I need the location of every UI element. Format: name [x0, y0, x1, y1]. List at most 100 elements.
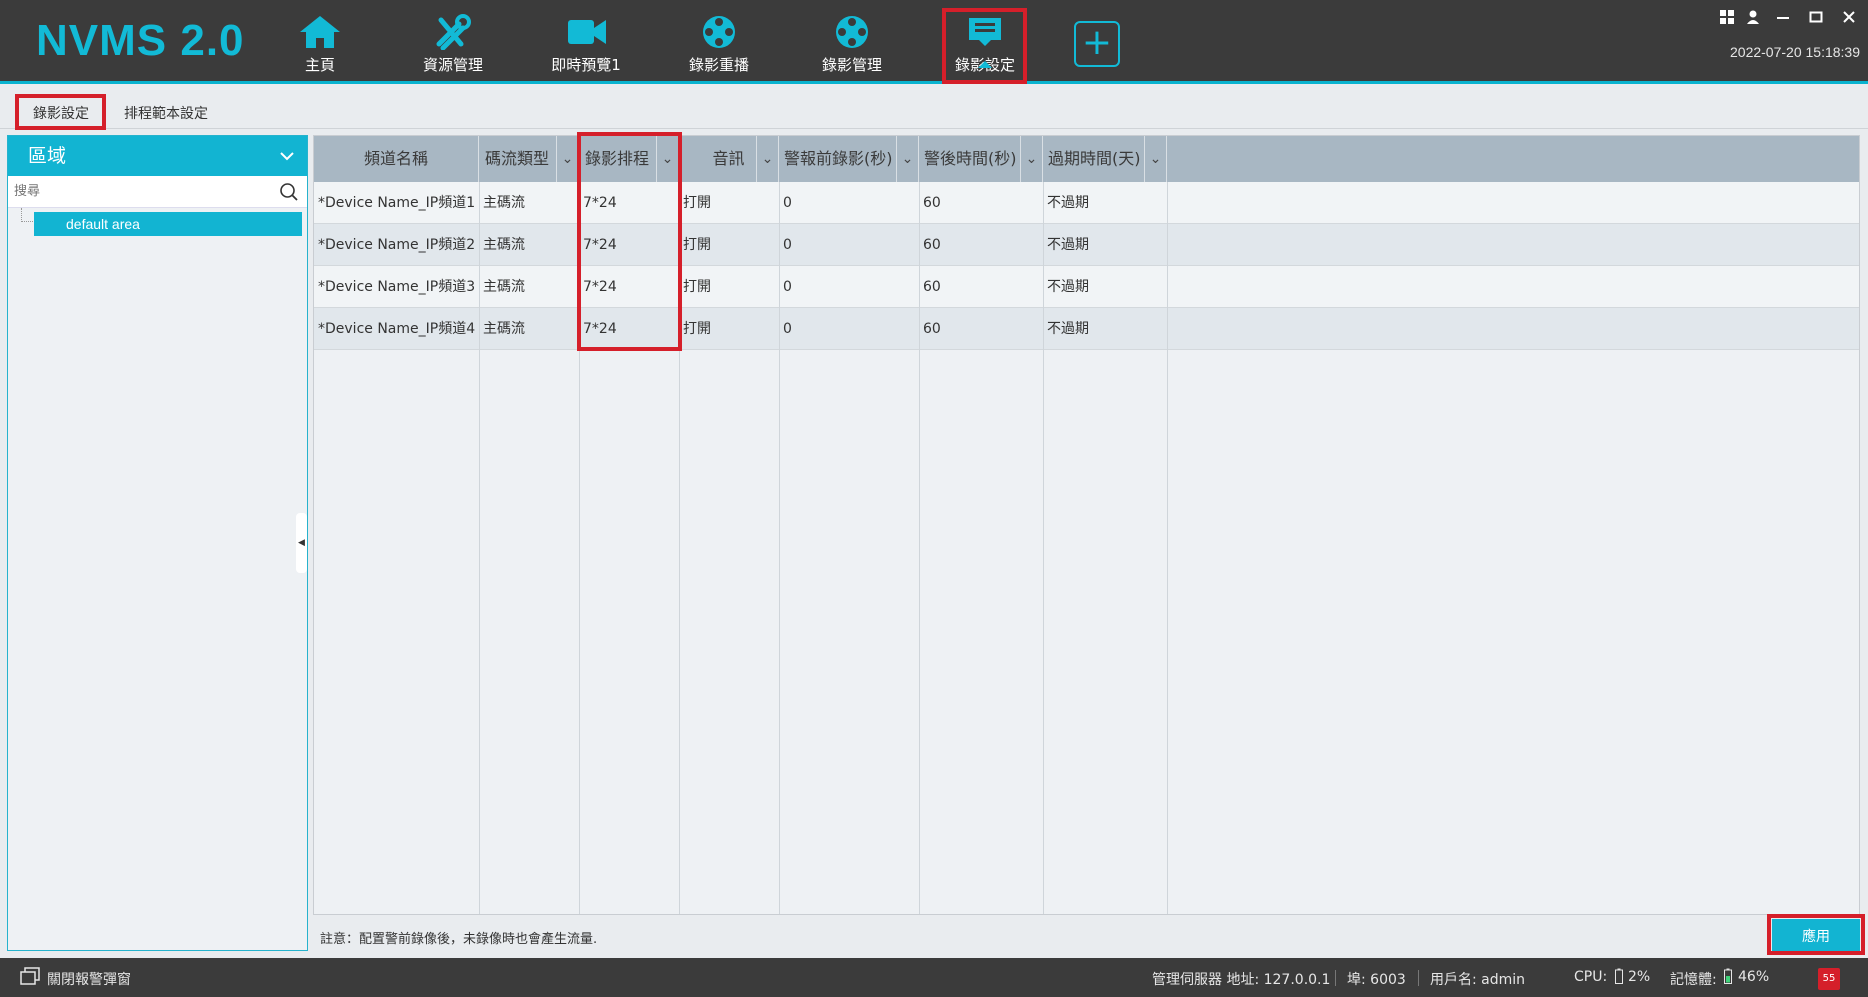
dropdown-arrow-icon[interactable]: ⌄	[1020, 136, 1042, 182]
apply-button[interactable]: 應用	[1772, 919, 1860, 953]
cell-audio[interactable]: 打開	[679, 182, 779, 224]
column-divider	[1043, 182, 1044, 914]
divider	[1418, 970, 1419, 986]
cell-stream-type[interactable]: 主碼流	[479, 308, 579, 350]
cpu-label: CPU:	[1574, 969, 1608, 985]
app-logo: NVMS 2.0	[36, 16, 245, 65]
cell-audio[interactable]: 打開	[679, 308, 779, 350]
cell-post-alarm[interactable]: 60	[919, 182, 1043, 224]
nav-label: 資源管理	[422, 56, 483, 74]
layout-grid-icon[interactable]	[1716, 8, 1738, 30]
popup-window-icon[interactable]	[20, 967, 40, 989]
nav-record-settings[interactable]: 錄影設定	[925, 10, 1045, 74]
cell-stream-type[interactable]: 主碼流	[479, 266, 579, 308]
search-row	[8, 176, 307, 208]
search-input[interactable]	[8, 176, 258, 206]
area-panel: 區域 default area	[7, 135, 308, 951]
col-record-schedule: 錄影排程 ⌄	[579, 136, 679, 182]
nav-label: 錄影設定	[954, 56, 1015, 74]
cell-pre-alarm[interactable]: 0	[779, 182, 919, 224]
cell-stream-type[interactable]: 主碼流	[479, 224, 579, 266]
cell-channel-name: *Device Name_IP頻道1	[318, 195, 476, 211]
cell-stream-type[interactable]: 主碼流	[479, 182, 579, 224]
dropdown-arrow-icon[interactable]: ⌄	[896, 136, 918, 182]
cell-record-schedule[interactable]: 7*24	[579, 224, 679, 266]
column-divider	[1167, 182, 1168, 914]
chevron-down-icon[interactable]	[279, 136, 295, 179]
tree-connector	[21, 208, 33, 222]
channel-table: 頻道名稱 碼流類型 ⌄ 錄影排程 ⌄ 音訊 ⌄ 警報前錄影(秒) ⌄ 警後時間(…	[313, 135, 1860, 915]
search-icon[interactable]	[279, 182, 299, 202]
cell-expire[interactable]: 不過期	[1043, 308, 1167, 350]
col-audio: 音訊 ⌄	[679, 136, 779, 182]
cell-audio[interactable]: 打開	[679, 224, 779, 266]
col-stream-type: 碼流類型 ⌄	[479, 136, 579, 182]
tab-record-settings[interactable]: 錄影設定	[33, 103, 89, 123]
dropdown-arrow-icon[interactable]: ⌄	[1144, 136, 1166, 182]
table-row[interactable]: *Device Name_IP頻道3 主碼流 7*24 打開 0 60 不過期	[314, 266, 1859, 308]
table-header: 頻道名稱 碼流類型 ⌄ 錄影排程 ⌄ 音訊 ⌄ 警報前錄影(秒) ⌄ 警後時間(…	[314, 136, 1859, 182]
collapse-panel-handle[interactable]: ◀	[296, 513, 307, 573]
column-divider	[579, 182, 580, 914]
table-row[interactable]: *Device Name_IP頻道1 主碼流 7*24 打開 0 60 不過期	[314, 182, 1859, 224]
memory-label: 記憶體:	[1670, 972, 1717, 988]
cell-post-alarm[interactable]: 60	[919, 266, 1043, 308]
col-post-alarm-time: 警後時間(秒) ⌄	[919, 136, 1043, 182]
cell-channel-name: *Device Name_IP頻道3	[318, 279, 476, 295]
record-settings-icon	[969, 18, 1001, 46]
server-address: 管理伺服器 地址: 127.0.0.1	[1152, 972, 1331, 988]
tab-schedule-template[interactable]: 排程範本設定	[124, 103, 208, 123]
dropdown-arrow-icon[interactable]: ⌄	[756, 136, 778, 182]
nav-record-management[interactable]: 錄影管理	[792, 10, 912, 74]
table-row[interactable]: *Device Name_IP頻道2 主碼流 7*24 打開 0 60 不過期	[314, 224, 1859, 266]
tree-item-default-area[interactable]: default area	[34, 212, 302, 236]
cell-record-schedule[interactable]: 7*24	[579, 308, 679, 350]
column-divider	[679, 182, 680, 914]
cell-pre-alarm[interactable]: 0	[779, 308, 919, 350]
sub-tabs: 錄影設定 排程範本設定	[0, 87, 1868, 129]
film-reel-icon	[703, 16, 735, 48]
column-divider	[779, 182, 780, 914]
col-channel-name: 頻道名稱	[314, 136, 479, 182]
col-expire-time: 過期時間(天) ⌄	[1043, 136, 1167, 182]
dropdown-arrow-icon[interactable]: ⌄	[656, 136, 678, 182]
cell-record-schedule[interactable]: 7*24	[579, 266, 679, 308]
close-alarm-popup-link[interactable]: 關閉報警彈窗	[47, 969, 131, 989]
alarm-count-badge[interactable]: 55	[1818, 968, 1840, 990]
memory-battery-icon	[1724, 968, 1732, 988]
dropdown-arrow-icon[interactable]: ⌄	[556, 136, 578, 182]
cell-post-alarm[interactable]: 60	[919, 224, 1043, 266]
cell-channel-name: *Device Name_IP頻道4	[318, 321, 476, 337]
nav-resource-management[interactable]: 資源管理	[393, 10, 513, 74]
film-reel-icon	[836, 16, 868, 48]
note-text: 註意：配置警前錄像後，未錄像時也會產生流量.	[320, 932, 598, 947]
maximize-icon[interactable]	[1805, 8, 1827, 30]
memory-value: 46%	[1738, 969, 1770, 985]
cpu-battery-icon	[1615, 968, 1623, 988]
cell-pre-alarm[interactable]: 0	[779, 224, 919, 266]
nav-playback[interactable]: 錄影重播	[659, 10, 779, 74]
nav-home[interactable]: 主頁	[260, 10, 380, 74]
cell-expire[interactable]: 不過期	[1043, 182, 1167, 224]
top-bar: NVMS 2.0 主頁 資源管理 即時預覽1 錄影重播 錄影管理 錄影設定 + …	[0, 0, 1868, 84]
cell-post-alarm[interactable]: 60	[919, 308, 1043, 350]
cell-audio[interactable]: 打開	[679, 266, 779, 308]
tools-icon	[436, 14, 471, 50]
add-tab-button[interactable]: +	[1074, 21, 1120, 67]
area-header[interactable]: 區域	[8, 136, 307, 176]
table-row[interactable]: *Device Name_IP頻道4 主碼流 7*24 打開 0 60 不過期	[314, 308, 1859, 350]
cell-pre-alarm[interactable]: 0	[779, 266, 919, 308]
col-pre-alarm-record: 警報前錄影(秒) ⌄	[779, 136, 919, 182]
nav-live-preview[interactable]: 即時預覽1	[526, 10, 646, 74]
cell-record-schedule[interactable]: 7*24	[579, 182, 679, 224]
home-icon	[300, 16, 340, 48]
user-icon[interactable]	[1742, 8, 1764, 30]
column-divider	[919, 182, 920, 914]
cell-expire[interactable]: 不過期	[1043, 266, 1167, 308]
cell-expire[interactable]: 不過期	[1043, 224, 1167, 266]
close-icon[interactable]	[1838, 8, 1860, 30]
minimize-icon[interactable]	[1772, 8, 1794, 30]
datetime: 2022-07-20 15:18:39	[1730, 44, 1860, 60]
status-bar: 關閉報警彈窗 管理伺服器 地址: 127.0.0.1 埠: 6003 用戶名: …	[0, 958, 1868, 997]
camera-icon	[568, 20, 606, 44]
